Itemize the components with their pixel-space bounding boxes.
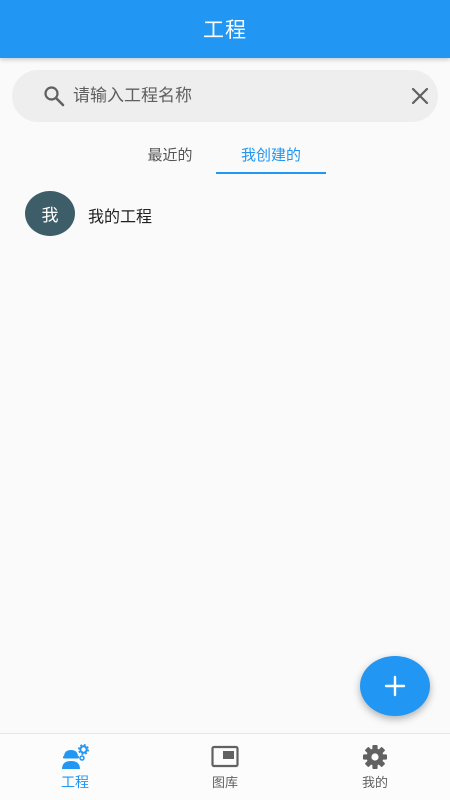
- tab-recent[interactable]: 最近的: [120, 132, 220, 176]
- app-bar: 工程: [0, 0, 450, 58]
- nav-item-projects[interactable]: 工程: [0, 734, 150, 800]
- nav-label-gallery: 图库: [211, 776, 238, 791]
- close-icon[interactable]: [408, 84, 432, 108]
- gallery-icon: [211, 745, 239, 768]
- avatar: 我: [25, 191, 75, 236]
- nav-label-mine: 我的: [361, 776, 388, 791]
- nav-item-gallery[interactable]: 图库: [150, 734, 300, 800]
- gear-icon: [363, 745, 387, 769]
- nav-label-projects: 工程: [61, 775, 89, 791]
- bottom-navigation: 工程 图库 我的: [0, 733, 450, 800]
- tab-indicator: [216, 172, 326, 174]
- plus-icon: [384, 675, 406, 697]
- search-bar[interactable]: [12, 70, 438, 122]
- add-project-button[interactable]: [360, 656, 430, 716]
- project-name: 我的工程: [88, 207, 153, 226]
- tab-created-by-me[interactable]: 我创建的: [216, 132, 326, 176]
- worker-gear-icon: [62, 744, 89, 769]
- page-title: 工程: [203, 18, 247, 42]
- search-input[interactable]: [73, 70, 383, 122]
- list-item[interactable]: 我 我的工程: [0, 186, 450, 242]
- nav-item-mine[interactable]: 我的: [300, 734, 450, 800]
- project-tabs: 最近的 我创建的: [0, 132, 450, 176]
- search-icon: [44, 86, 65, 107]
